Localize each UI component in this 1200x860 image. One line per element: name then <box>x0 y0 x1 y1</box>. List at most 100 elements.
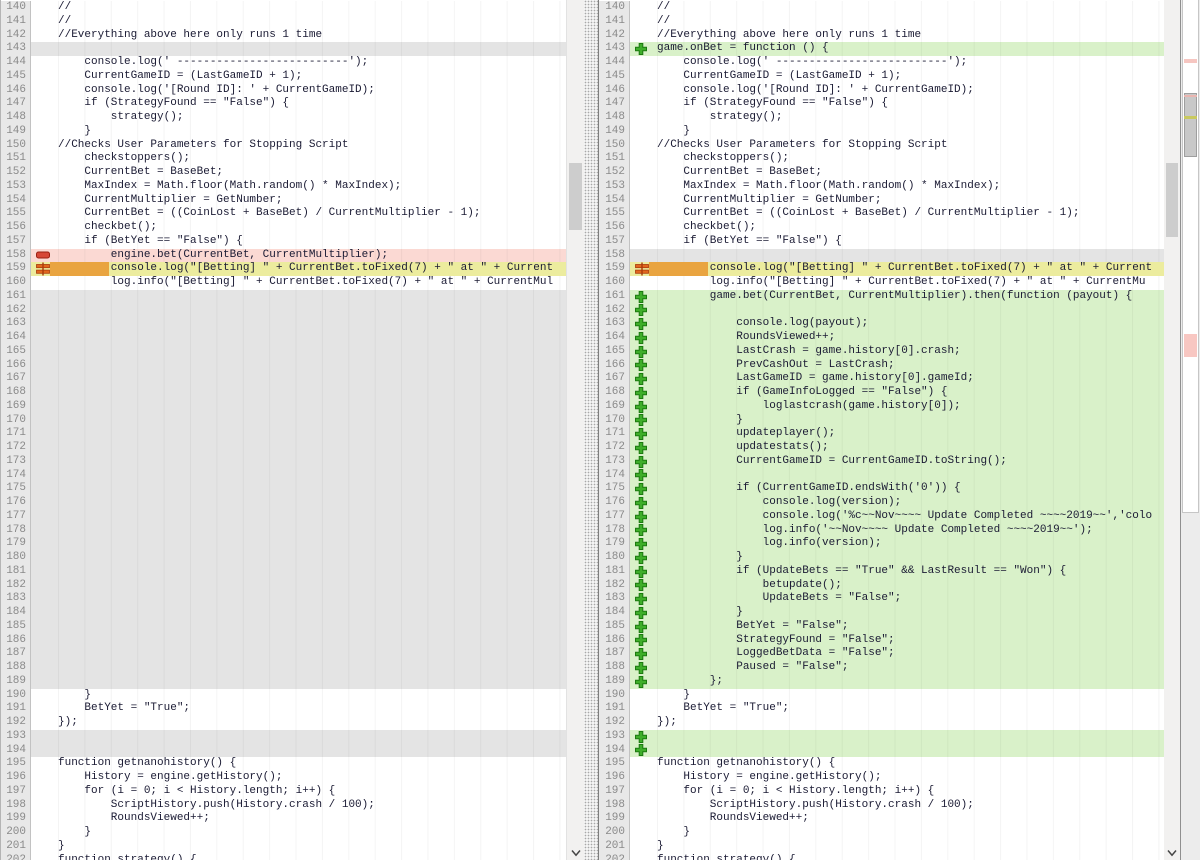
code-line[interactable]: 158 <box>599 249 1164 263</box>
chevron-down-icon[interactable] <box>1167 849 1178 857</box>
code-line[interactable]: 197 for (i = 0; i < History.length; i++)… <box>599 785 1164 799</box>
code-line[interactable]: 182 <box>1 579 566 593</box>
code-line[interactable]: 156 checkbet(); <box>1 221 566 235</box>
code-line[interactable]: 141// <box>1 15 566 29</box>
code-line[interactable]: 163 <box>1 317 566 331</box>
code-line[interactable]: 190 } <box>1 689 566 703</box>
code-line[interactable]: 153 MaxIndex = Math.floor(Math.random() … <box>1 180 566 194</box>
code-line[interactable]: 177 <box>1 510 566 524</box>
code-line[interactable]: 190 } <box>599 689 1164 703</box>
code-line[interactable]: 142//Everything above here only runs 1 t… <box>599 29 1164 43</box>
code-line[interactable]: 200 } <box>1 826 566 840</box>
code-line[interactable]: 143 <box>1 42 566 56</box>
code-line[interactable]: 169 <box>1 400 566 414</box>
code-line[interactable]: 198 ScriptHistory.push(History.crash / 1… <box>599 799 1164 813</box>
code-line[interactable]: 200 } <box>599 826 1164 840</box>
code-line[interactable]: 182 betupdate(); <box>599 579 1164 593</box>
code-line[interactable]: 156 checkbet(); <box>599 221 1164 235</box>
code-line[interactable]: 160 log.info("[Betting] " + CurrentBet.t… <box>1 276 566 290</box>
code-line[interactable]: 154 CurrentMultiplier = GetNumber; <box>599 194 1164 208</box>
code-line[interactable]: 191 BetYet = "True"; <box>1 702 566 716</box>
code-line[interactable]: 140// <box>599 1 1164 15</box>
code-line[interactable]: 159 console.log("[Betting] " + CurrentBe… <box>1 262 566 276</box>
code-line[interactable]: 181 if (UpdateBets == "True" && LastResu… <box>599 565 1164 579</box>
code-line[interactable]: 186 <box>1 634 566 648</box>
code-line[interactable]: 144 console.log(' ----------------------… <box>1 56 566 70</box>
code-line[interactable]: 161 game.bet(CurrentBet, CurrentMultipli… <box>599 290 1164 304</box>
code-line[interactable]: 195function getnanohistory() { <box>1 757 566 771</box>
code-line[interactable]: 172 updatestats(); <box>599 441 1164 455</box>
code-line[interactable]: 152 CurrentBet = BaseBet; <box>1 166 566 180</box>
code-line[interactable]: 150//Checks User Parameters for Stopping… <box>1 139 566 153</box>
code-line[interactable]: 154 CurrentMultiplier = GetNumber; <box>1 194 566 208</box>
code-line[interactable]: 173 CurrentGameID = CurrentGameID.toStri… <box>599 455 1164 469</box>
code-line[interactable]: 187 LoggedBetData = "False"; <box>599 647 1164 661</box>
code-line[interactable]: 157 if (BetYet == "False") { <box>1 235 566 249</box>
code-line[interactable]: 159 console.log("[Betting] " + CurrentBe… <box>599 262 1164 276</box>
code-line[interactable]: 151 checkstoppers(); <box>599 152 1164 166</box>
code-line[interactable]: 175 <box>1 482 566 496</box>
code-line[interactable]: 181 <box>1 565 566 579</box>
code-line[interactable]: 183 UpdateBets = "False"; <box>599 592 1164 606</box>
code-line[interactable]: 165 LastCrash = game.history[0].crash; <box>599 345 1164 359</box>
code-line[interactable]: 174 <box>1 469 566 483</box>
code-line[interactable]: 192}); <box>599 716 1164 730</box>
code-line[interactable]: 166 PrevCashOut = LastCrash; <box>599 359 1164 373</box>
code-line[interactable]: 202function strategy() { <box>599 854 1164 860</box>
code-line[interactable]: 164 <box>1 331 566 345</box>
code-line[interactable]: 162 <box>599 304 1164 318</box>
code-line[interactable]: 158 engine.bet(CurrentBet, CurrentMultip… <box>1 249 566 263</box>
pane-splitter[interactable] <box>584 0 598 860</box>
code-line[interactable]: 162 <box>1 304 566 318</box>
code-line[interactable]: 201} <box>599 840 1164 854</box>
code-line[interactable]: 169 loglastcrash(game.history[0]); <box>599 400 1164 414</box>
left-scrollbar-thumb[interactable] <box>569 163 582 230</box>
code-line[interactable]: 166 <box>1 359 566 373</box>
code-line[interactable]: 187 <box>1 647 566 661</box>
code-line[interactable]: 193 <box>1 730 566 744</box>
code-line[interactable]: 194 <box>1 744 566 758</box>
code-line[interactable]: 152 CurrentBet = BaseBet; <box>599 166 1164 180</box>
code-line[interactable]: 155 CurrentBet = ((CoinLost + BaseBet) /… <box>599 207 1164 221</box>
right-scrollbar-thumb[interactable] <box>1166 163 1178 237</box>
code-line[interactable]: 141// <box>599 15 1164 29</box>
code-line[interactable]: 198 ScriptHistory.push(History.crash / 1… <box>1 799 566 813</box>
code-line[interactable]: 145 CurrentGameID = (LastGameID + 1); <box>599 70 1164 84</box>
code-line[interactable]: 160 log.info("[Betting] " + CurrentBet.t… <box>599 276 1164 290</box>
chevron-down-icon[interactable] <box>570 849 581 857</box>
code-line[interactable]: 189 }; <box>599 675 1164 689</box>
diff-overview-bar[interactable] <box>1182 0 1199 513</box>
code-line[interactable]: 171 <box>1 427 566 441</box>
code-line[interactable]: 185 BetYet = "False"; <box>599 620 1164 634</box>
code-line[interactable]: 165 <box>1 345 566 359</box>
code-line[interactable]: 172 <box>1 441 566 455</box>
viewport-box[interactable] <box>1184 93 1197 157</box>
code-line[interactable]: 149 } <box>1 125 566 139</box>
code-line[interactable]: 179 <box>1 537 566 551</box>
code-line[interactable]: 201} <box>1 840 566 854</box>
code-line[interactable]: 148 strategy(); <box>1 111 566 125</box>
code-line[interactable]: 186 StrategyFound = "False"; <box>599 634 1164 648</box>
code-line[interactable]: 179 log.info(version); <box>599 537 1164 551</box>
code-line[interactable]: 145 CurrentGameID = (LastGameID + 1); <box>1 70 566 84</box>
code-line[interactable]: 146 console.log('[Round ID]: ' + Current… <box>1 84 566 98</box>
code-line[interactable]: 177 console.log('%c~~Nov~~~~ Update Comp… <box>599 510 1164 524</box>
code-line[interactable]: 176 <box>1 496 566 510</box>
code-line[interactable]: 178 <box>1 524 566 538</box>
code-line[interactable]: 164 RoundsViewed++; <box>599 331 1164 345</box>
code-line[interactable]: 167 LastGameID = game.history[0].gameId; <box>599 372 1164 386</box>
code-line[interactable]: 171 updateplayer(); <box>599 427 1164 441</box>
code-line[interactable]: 144 console.log(' ----------------------… <box>599 56 1164 70</box>
code-line[interactable]: 184 } <box>599 606 1164 620</box>
code-line[interactable]: 161 <box>1 290 566 304</box>
code-line[interactable]: 188 Paused = "False"; <box>599 661 1164 675</box>
code-line[interactable]: 148 strategy(); <box>599 111 1164 125</box>
code-line[interactable]: 199 RoundsViewed++; <box>599 812 1164 826</box>
code-line[interactable]: 167 <box>1 372 566 386</box>
code-line[interactable]: 150//Checks User Parameters for Stopping… <box>599 139 1164 153</box>
code-line[interactable]: 194 <box>599 744 1164 758</box>
code-line[interactable]: 168 if (GameInfoLogged == "False") { <box>599 386 1164 400</box>
code-line[interactable]: 202function strategy() { <box>1 854 566 860</box>
code-line[interactable]: 192}); <box>1 716 566 730</box>
code-line[interactable]: 174 <box>599 469 1164 483</box>
